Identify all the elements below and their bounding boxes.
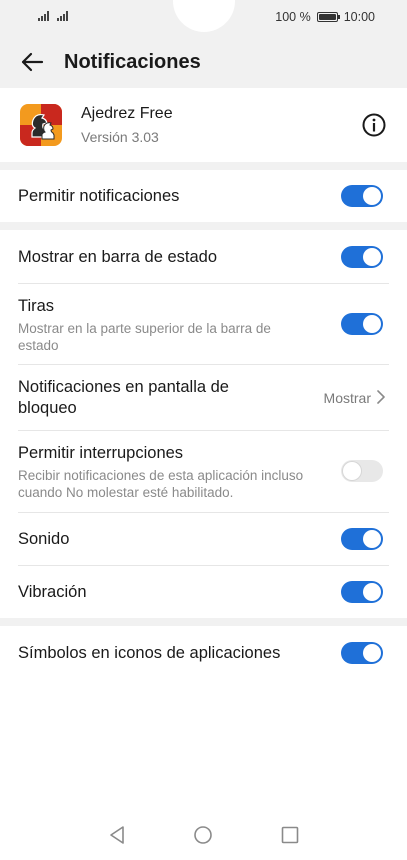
app-info: Ajedrez Free Versión 3.03 — [81, 105, 173, 145]
battery-percentage: 100 % — [275, 10, 311, 24]
badges-toggle[interactable] — [341, 642, 383, 664]
banners-row[interactable]: Tiras Mostrar en la parte superior de la… — [0, 284, 407, 364]
camera-notch — [173, 0, 235, 32]
info-icon[interactable] — [361, 112, 387, 138]
signal-strength-icon — [38, 11, 49, 21]
status-bar-display-toggle[interactable] — [341, 246, 383, 268]
section-separator — [0, 222, 407, 230]
interruptions-description: Recibir notificaciones de esta aplicació… — [18, 468, 304, 500]
sound-label: Sonido — [18, 530, 70, 548]
clock: 10:00 — [343, 10, 375, 24]
section-separator — [0, 618, 407, 626]
app-version: Versión 3.03 — [81, 129, 159, 145]
interruptions-toggle[interactable] — [341, 460, 383, 482]
app-bar: Notificaciones — [0, 36, 407, 88]
interruptions-row[interactable]: Permitir interrupciones Recibir notifica… — [0, 431, 407, 512]
signal-strength-icon — [57, 11, 68, 21]
banners-label: Tiras — [18, 297, 55, 315]
status-bar: 100 % 10:00 — [0, 0, 407, 36]
app-name: Ajedrez Free — [81, 105, 173, 122]
allow-notifications-row[interactable]: Permitir notificaciones — [0, 170, 407, 222]
page-title: Notificaciones — [64, 50, 201, 73]
interruptions-label: Permitir interrupciones — [18, 444, 184, 462]
lock-screen-row[interactable]: Notificaciones en pantalla de bloqueo Mo… — [0, 365, 407, 430]
lock-screen-label: Notificaciones en pantalla de bloqueo — [18, 378, 229, 417]
app-header: Ajedrez Free Versión 3.03 — [0, 88, 407, 162]
nav-home-icon[interactable] — [192, 824, 214, 846]
status-right: 100 % 10:00 — [275, 10, 375, 24]
chess-app-icon — [20, 104, 62, 146]
lock-screen-value: Mostrar — [323, 390, 371, 406]
sound-toggle[interactable] — [341, 528, 383, 550]
allow-notifications-toggle[interactable] — [341, 185, 383, 207]
back-arrow-icon[interactable] — [4, 36, 60, 88]
banners-toggle[interactable] — [341, 313, 383, 335]
badges-label: Símbolos en iconos de aplicaciones — [18, 644, 281, 662]
chevron-right-icon — [375, 390, 387, 404]
signal-indicators — [38, 11, 68, 21]
vibration-toggle[interactable] — [341, 581, 383, 603]
sound-row[interactable]: Sonido — [0, 513, 407, 565]
navigation-bar — [0, 815, 407, 855]
nav-recents-icon[interactable] — [279, 824, 301, 846]
badges-row[interactable]: Símbolos en iconos de aplicaciones — [0, 626, 407, 678]
allow-notifications-label: Permitir notificaciones — [18, 187, 180, 205]
banners-description: Mostrar en la parte superior de la barra… — [18, 321, 271, 353]
vibration-label: Vibración — [18, 583, 87, 601]
status-bar-display-label: Mostrar en barra de estado — [18, 248, 218, 266]
vibration-row[interactable]: Vibración — [0, 566, 407, 618]
nav-back-icon[interactable] — [106, 824, 128, 846]
section-separator — [0, 162, 407, 170]
status-bar-display-row[interactable]: Mostrar en barra de estado — [0, 230, 407, 283]
battery-icon — [316, 12, 340, 22]
